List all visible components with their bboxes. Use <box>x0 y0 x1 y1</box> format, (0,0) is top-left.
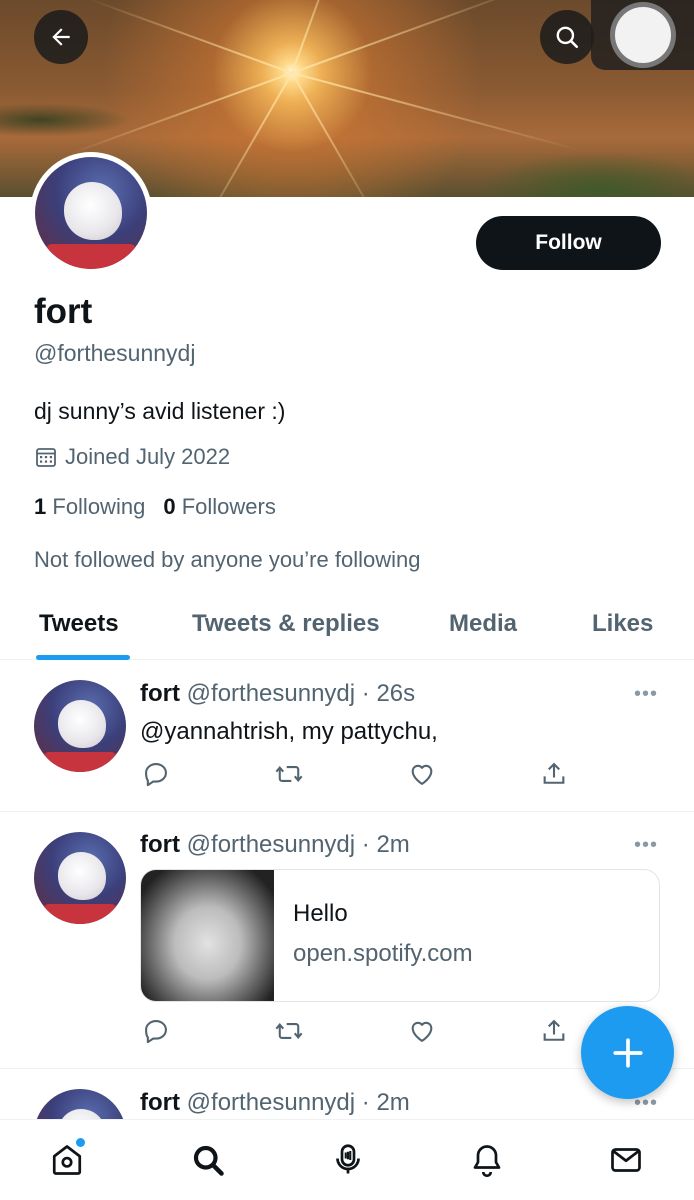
tweet-actions <box>140 1017 580 1047</box>
reply-icon[interactable] <box>142 760 170 788</box>
tweet-more-button[interactable]: ••• <box>634 834 658 857</box>
profile-tabs: Tweets Tweets & replies Media Likes <box>0 598 694 660</box>
tab-tweets-replies[interactable]: Tweets & replies <box>192 610 380 638</box>
spaces-icon <box>336 1144 360 1174</box>
tweet-author-name[interactable]: fort <box>140 1089 180 1116</box>
calendar-icon <box>36 448 56 467</box>
tweet-divider <box>0 811 694 812</box>
profile-avatar[interactable] <box>30 152 152 274</box>
link-card[interactable]: Hello open.spotify.com <box>140 869 660 1002</box>
nav-home[interactable] <box>47 1138 87 1180</box>
retweet-icon[interactable] <box>274 1017 304 1045</box>
tweet-header: fort @forthesunnydj · 2m <box>140 831 410 859</box>
arrow-left-icon <box>52 28 70 46</box>
follow-button[interactable]: Follow <box>476 216 661 270</box>
joined-text: Joined July 2022 <box>65 444 231 469</box>
link-card-title: Hello <box>293 900 348 927</box>
reply-icon[interactable] <box>142 1017 170 1045</box>
joined-date: Joined July 2022 <box>34 444 230 470</box>
record-button-icon <box>614 7 671 63</box>
share-icon[interactable] <box>540 1017 568 1045</box>
tweet-header: fort @forthesunnydj · 26s <box>140 680 415 708</box>
tweet-actions <box>140 760 580 790</box>
link-card-domain: open.spotify.com <box>293 940 473 967</box>
compose-tweet-button[interactable] <box>581 1006 674 1099</box>
tweet-avatar[interactable] <box>34 680 126 772</box>
tab-media[interactable]: Media <box>449 610 517 638</box>
share-icon[interactable] <box>540 760 568 788</box>
like-icon[interactable] <box>408 760 436 788</box>
nav-search[interactable] <box>188 1140 228 1180</box>
profile-bio: dj sunny’s avid listener :) <box>34 398 286 424</box>
tab-likes[interactable]: Likes <box>592 610 653 638</box>
bottom-navigation <box>0 1119 694 1200</box>
tweet-author-meta: @forthesunnydj · 2m <box>186 831 410 858</box>
active-tab-indicator <box>36 655 130 660</box>
profile-handle: @forthesunnydj <box>34 340 196 366</box>
follow-stats: 1 Following 0 Followers <box>34 494 276 520</box>
following-link[interactable]: 1 Following <box>34 494 145 520</box>
tweet-text: @yannahtrish, my pattychu, <box>140 718 438 745</box>
tweet-author-meta: @forthesunnydj · 2m <box>186 1089 410 1116</box>
search-icon <box>556 26 579 49</box>
followers-link[interactable]: 0 Followers <box>163 494 276 520</box>
profile-name: fort <box>34 292 93 331</box>
nav-notifications[interactable] <box>467 1140 507 1180</box>
tab-tweets[interactable]: Tweets <box>39 610 119 638</box>
notification-dot <box>76 1138 85 1147</box>
tweet-avatar[interactable] <box>34 832 126 924</box>
retweet-icon[interactable] <box>274 760 304 788</box>
tweet-header: fort @forthesunnydj · 2m <box>140 1089 410 1117</box>
not-followed-note: Not followed by anyone you’re following <box>34 547 421 572</box>
like-icon[interactable] <box>408 1017 436 1045</box>
notifications-icon <box>473 1145 501 1178</box>
tweet-more-button[interactable]: ••• <box>634 683 658 706</box>
link-card-image <box>141 870 274 1001</box>
nav-spaces[interactable] <box>328 1140 368 1180</box>
tweet-author-meta: @forthesunnydj · 26s <box>186 680 416 707</box>
tweet-author-name[interactable]: fort <box>140 831 180 858</box>
messages-icon <box>611 1148 641 1172</box>
search-icon <box>193 1145 224 1176</box>
home-icon <box>52 1145 82 1175</box>
search-button[interactable] <box>540 10 594 64</box>
screen-record-overlay[interactable] <box>591 0 694 70</box>
tweet-author-name[interactable]: fort <box>140 680 180 707</box>
nav-messages[interactable] <box>606 1140 646 1180</box>
back-button[interactable] <box>34 10 88 64</box>
plus-icon <box>612 1037 643 1068</box>
